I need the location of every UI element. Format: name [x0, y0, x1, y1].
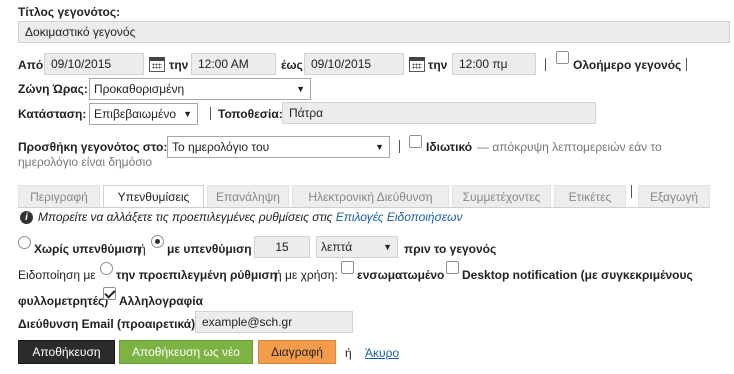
status-label: Κατάσταση: [18, 107, 87, 121]
or-use-label: ή με χρήση: [275, 268, 338, 282]
dropdown-caret-icon: ▼ [375, 142, 384, 152]
tab-repeat[interactable]: Επανάληψη [207, 185, 289, 207]
cancel-link[interactable]: Άκυρο [365, 346, 399, 360]
tin-label-1: την [169, 58, 189, 72]
tab-description[interactable]: Περιγραφή [18, 185, 100, 207]
calendar-value: Το ημερολόγιο του [172, 140, 270, 154]
tab-divider [18, 207, 710, 208]
reminder-unit-select[interactable]: λεπτά ▼ [316, 236, 398, 258]
location-input[interactable]: Πάτρα [282, 102, 596, 124]
end-time-input[interactable]: 12:00 πμ [452, 53, 536, 75]
with-reminder-label: με υπενθύμιση [167, 242, 252, 256]
from-label: Από [18, 58, 44, 72]
private-label: Ιδιωτικό [426, 140, 473, 154]
delete-button[interactable]: Διαγραφή [258, 340, 336, 364]
separator [210, 107, 211, 120]
start-date-input[interactable]: 09/10/2015 [44, 53, 144, 75]
desktop-notification-checkbox[interactable] [446, 261, 459, 274]
email-address-label: Διεύθυνση Email (προαιρετικά) [18, 317, 196, 331]
desktop-notification-label-cont: φυλλομετρητές) [18, 294, 109, 308]
end-date-input[interactable]: 09/10/2015 [304, 53, 404, 75]
start-time-input[interactable]: 12:00 AM [191, 53, 276, 75]
notify-with-label: Ειδοποίηση με [18, 268, 96, 282]
embedded-checkbox[interactable] [341, 261, 354, 274]
event-title-label: Τίτλος γεγονότος: [18, 5, 121, 19]
email-checkbox[interactable] [103, 287, 116, 300]
tab-reminders[interactable]: Υπενθυμίσεις [103, 185, 204, 208]
or-text: ή [345, 346, 352, 360]
calendar-select[interactable]: Το ημερολόγιο του ▼ [167, 136, 390, 158]
email-address-input[interactable]: example@sch.gr [195, 311, 353, 333]
dropdown-caret-icon: ▼ [383, 242, 392, 252]
calendar-label: Προσθήκη γεγονότος στο: [18, 140, 168, 154]
email-label: Αλληλογραφία [119, 294, 203, 308]
embedded-label: ενσωματωμένο [357, 268, 445, 282]
save-button[interactable]: Αποθήκευση [18, 340, 115, 364]
timezone-value: Προκαθορισμένη [94, 82, 185, 96]
status-select[interactable]: Επιβεβαιωμένο ▼ [89, 103, 198, 125]
timezone-label: Ζώνη Ώρας: [18, 82, 88, 96]
desktop-notification-label: Desktop notification (με συγκεκριμένους [462, 268, 693, 282]
no-reminder-radio[interactable] [18, 236, 31, 249]
before-event-label: πριν το γεγονός [404, 242, 497, 256]
default-setting-label: την προεπιλεγμένη ρύθμιση [116, 268, 278, 282]
info-text: Μπορείτε να αλλάξετε τις προεπιλεγμένες … [38, 210, 462, 224]
tab-participants[interactable]: Συμμετέχοντες [452, 185, 551, 207]
until-label: έως [281, 58, 303, 72]
calendar-icon[interactable] [149, 57, 165, 72]
separator [686, 58, 687, 71]
status-value: Επιβεβαιωμένο [94, 107, 177, 121]
default-setting-radio[interactable] [100, 262, 113, 275]
info-icon: i [20, 211, 33, 224]
save-as-new-button[interactable]: Αποθήκευση ως νέο [119, 340, 253, 364]
tab-tags[interactable]: Ετικέτες [554, 185, 626, 207]
tin-label-2: την [428, 58, 448, 72]
all-day-checkbox[interactable] [556, 51, 569, 64]
notification-options-link[interactable]: Επιλογές Ειδοποιήσεων [336, 210, 463, 224]
reminder-amount-input[interactable]: 15 [254, 236, 310, 258]
private-hint-cont: ημερολόγιο είναι δημόσιο [18, 155, 153, 169]
all-day-label: Ολοήμερο γεγονός [573, 58, 682, 72]
no-reminder-label: Χωρίς υπενθύμιση [34, 242, 141, 256]
location-label: Τοποθεσία: [218, 107, 283, 121]
timezone-select[interactable]: Προκαθορισμένη ▼ [89, 78, 311, 100]
reminder-unit-value: λεπτά [321, 240, 353, 254]
separator [399, 140, 400, 153]
separator [631, 185, 632, 198]
dropdown-caret-icon: ▼ [296, 84, 305, 94]
info-text-body: Μπορείτε να αλλάξετε τις προεπιλεγμένες … [38, 210, 333, 224]
tab-email-address[interactable]: Ηλεκτρονική Διεύθυνση [292, 185, 449, 207]
event-title-input[interactable]: Δοκιμαστικό γεγονός [18, 21, 730, 43]
separator [545, 58, 546, 71]
tab-export[interactable]: Εξαγωγή [638, 185, 710, 207]
private-hint: — απόκρυψη λεπτομερειών εάν το [477, 140, 662, 154]
with-reminder-radio[interactable] [151, 235, 164, 248]
calendar-icon[interactable] [409, 57, 425, 72]
dropdown-caret-icon: ▼ [183, 109, 192, 119]
private-checkbox[interactable] [409, 135, 422, 148]
or-text: ή [139, 242, 146, 256]
